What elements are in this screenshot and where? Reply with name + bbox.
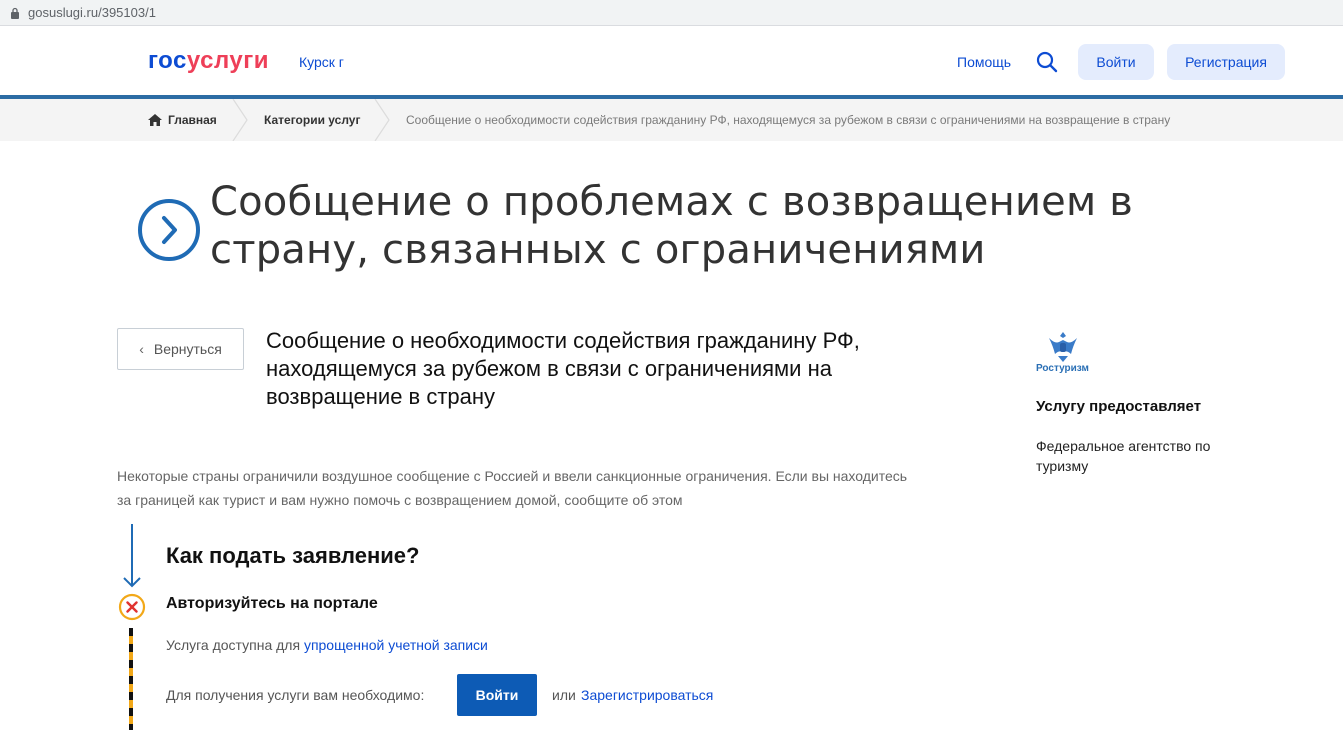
breadcrumb-separator-icon [232, 99, 248, 141]
rosturizm-logo: Ростуризм [1036, 363, 1089, 374]
simplified-account-link[interactable]: упрощенной учетной записи [304, 637, 488, 653]
how-to-apply-heading: Как подать заявление? [166, 543, 420, 568]
chevron-right-circle-icon [138, 199, 200, 261]
account-prefix: Услуга доступна для [166, 637, 301, 653]
browser-address-bar[interactable]: gosuslugi.ru/395103/1 [0, 0, 1343, 26]
logo-part-uslugi: услуги [186, 47, 269, 74]
page-title: Сообщение о проблемах с возвращением в с… [210, 179, 1134, 273]
logo-part-gos: гос [148, 47, 187, 74]
region-selector[interactable]: Курск г [299, 54, 344, 70]
search-icon[interactable] [1035, 50, 1059, 74]
russian-coat-of-arms-icon [1049, 332, 1077, 362]
help-link[interactable]: Помощь [957, 54, 1011, 70]
header-login-button[interactable]: Войти [1078, 44, 1154, 80]
url-text[interactable]: gosuslugi.ru/395103/1 [28, 5, 156, 20]
header-register-button[interactable]: Регистрация [1167, 44, 1285, 80]
or-text: или [552, 687, 576, 703]
step-authorize-title: Авторизуйтесь на портале [166, 595, 378, 612]
provider-label: Услугу предоставляет [1036, 398, 1202, 415]
login-button[interactable]: Войти [457, 674, 537, 716]
breadcrumb: Главная Категории услуг Сообщение о необ… [0, 99, 1343, 141]
step-progress-line [129, 628, 133, 730]
site-header: госуслуги Курск г Помощь Войти Регистрац… [0, 27, 1343, 95]
breadcrumb-categories[interactable]: Категории услуг [264, 113, 360, 127]
chevron-left-icon: ‹ [139, 341, 144, 357]
arrow-down-icon [123, 524, 141, 588]
register-link[interactable]: Зарегистрироваться [581, 687, 713, 703]
gosuslugi-logo[interactable]: госуслуги [148, 47, 269, 75]
provider-name: Федеральное агентство по туризму [1036, 438, 1211, 474]
breadcrumb-separator-icon [374, 99, 390, 141]
service-description: Некоторые страны ограничили воздушное со… [117, 468, 908, 508]
home-icon [148, 114, 162, 126]
requirement-text: Для получения услуги вам необходимо: [166, 687, 425, 703]
account-requirement: Услуга доступна для упрощенной учетной з… [166, 637, 488, 653]
service-title: Сообщение о необходимости содействия гра… [266, 328, 860, 409]
back-button-label: Вернуться [153, 341, 222, 357]
breadcrumb-home-label: Главная [168, 113, 217, 127]
back-button[interactable]: ‹ Вернуться [117, 328, 244, 370]
breadcrumb-current: Сообщение о необходимости содействия гра… [406, 113, 1171, 127]
lock-icon [11, 7, 19, 19]
error-circle-icon [118, 593, 146, 621]
breadcrumb-home[interactable]: Главная [148, 113, 217, 127]
